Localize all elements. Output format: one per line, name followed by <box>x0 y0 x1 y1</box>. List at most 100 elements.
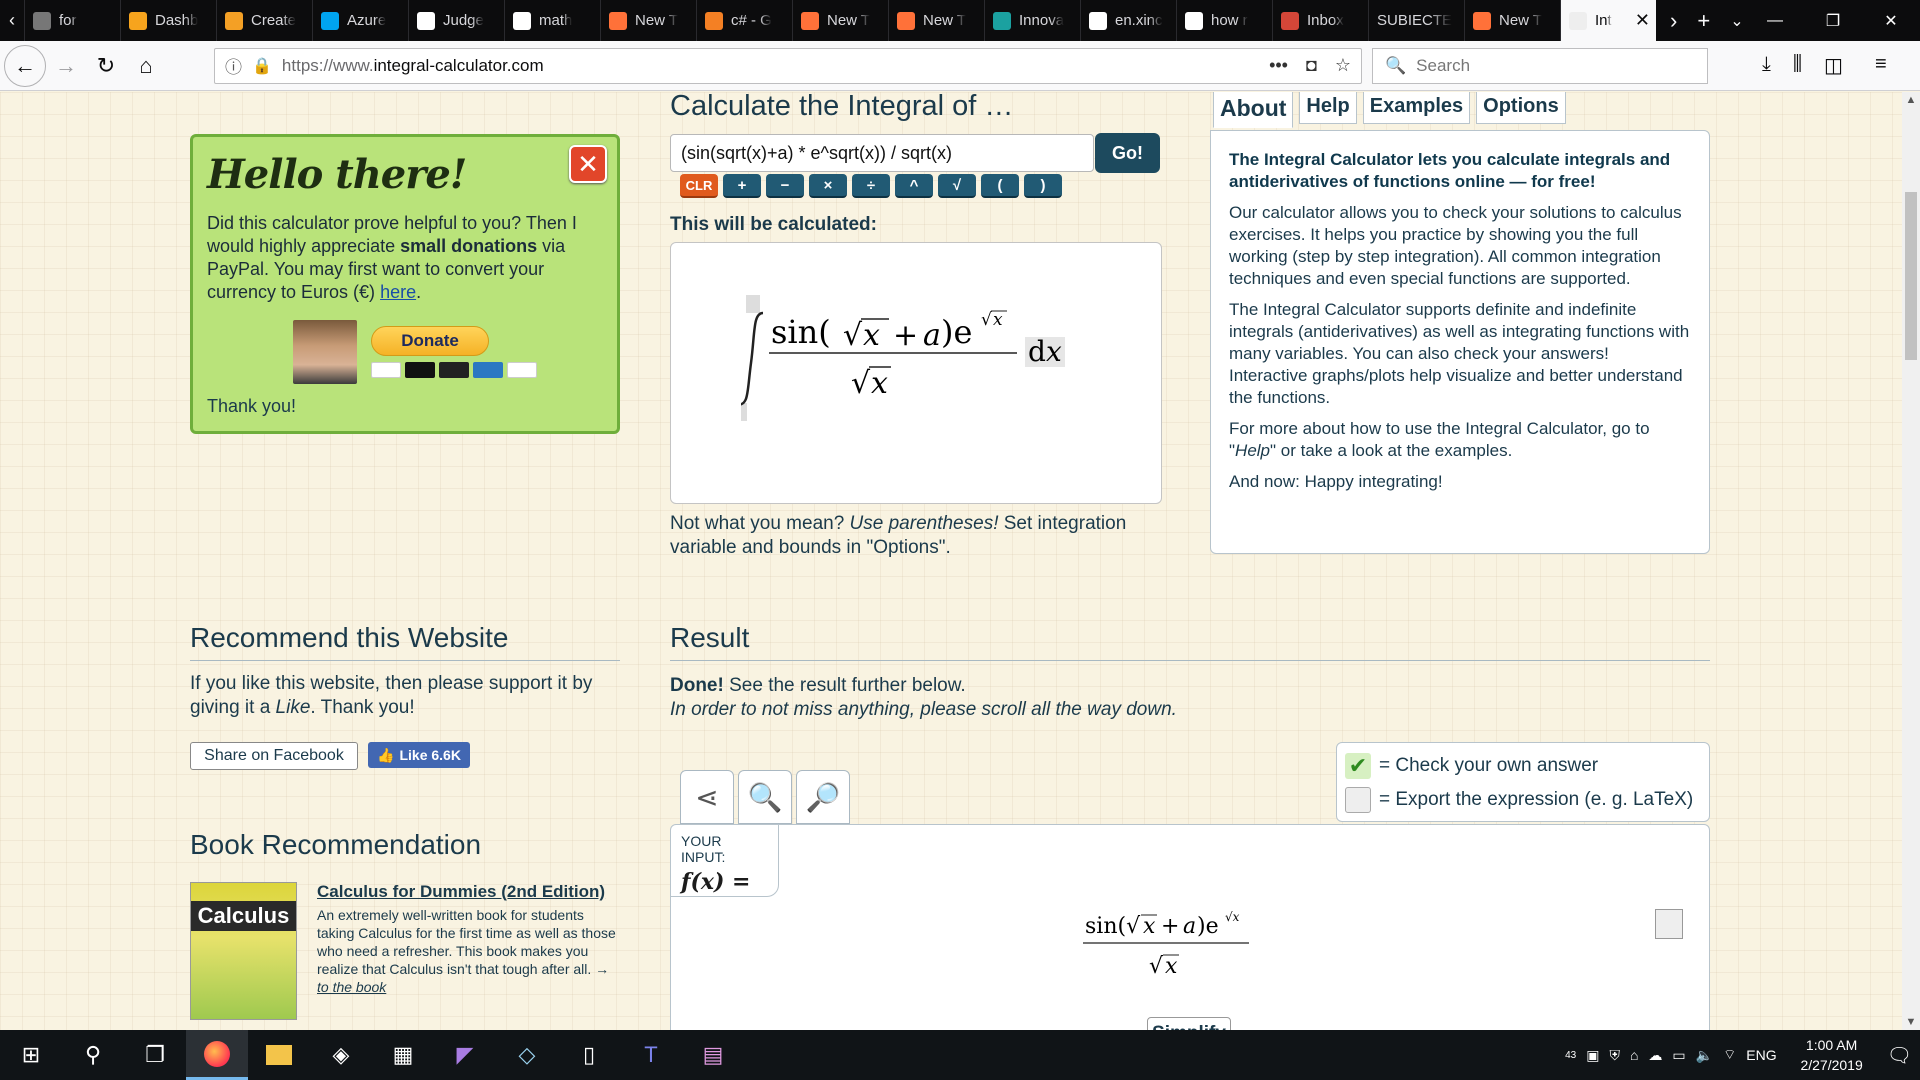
scroll-down-icon[interactable]: ▼ <box>1902 1016 1920 1028</box>
back-icon[interactable]: ← <box>4 44 46 87</box>
info-icon[interactable]: ⓘ <box>225 53 242 78</box>
forward-icon[interactable]: → <box>46 46 86 86</box>
restore-icon[interactable]: ❐ <box>1804 0 1862 41</box>
close-icon[interactable]: ✕ <box>569 145 607 183</box>
calculator-icon[interactable]: ▦ <box>372 1030 434 1080</box>
tab-scroll-left-icon[interactable]: ‹ <box>0 0 24 41</box>
keypad-key[interactable]: ^ <box>895 174 933 198</box>
task-view-icon[interactable]: ❐ <box>124 1030 186 1080</box>
book-link[interactable]: to the book <box>317 979 386 995</box>
scroll-thumb[interactable] <box>1905 192 1917 360</box>
currency-link[interactable]: here <box>380 282 416 302</box>
browser-tab[interactable]: New T <box>888 0 984 41</box>
share-icon[interactable]: ⋖ <box>680 770 734 824</box>
browser-tab[interactable]: New T <box>1464 0 1560 41</box>
keypad-key[interactable]: + <box>723 174 761 198</box>
browser-tab[interactable]: Create <box>216 0 312 41</box>
sidebar-icon[interactable]: ◫ <box>1824 53 1843 78</box>
windows-start-icon[interactable]: ⊞ <box>0 1030 62 1080</box>
browser-tab[interactable]: Judge <box>408 0 504 41</box>
search-input[interactable]: 🔍 Search <box>1372 47 1708 84</box>
keypad-key[interactable]: ÷ <box>852 174 890 198</box>
bookmark-star-icon[interactable]: ☆ <box>1335 55 1351 76</box>
firefox-icon <box>801 11 819 30</box>
browser-tab[interactable]: Dashb <box>120 0 216 41</box>
book-cover-image[interactable]: Calculus <box>190 882 297 1020</box>
photos-icon[interactable]: ▤ <box>682 1030 744 1080</box>
teams-icon[interactable]: T <box>620 1030 682 1080</box>
tab-about[interactable]: About <box>1213 92 1294 128</box>
notepad-icon[interactable]: ▯ <box>558 1030 620 1080</box>
browser-tab[interactable]: Innova <box>984 0 1080 41</box>
url-bar[interactable]: ⓘ 🔒 https://www.integral-calculator.com … <box>214 47 1362 84</box>
clock[interactable]: 1:00 AM 2/27/2019 <box>1787 1035 1877 1075</box>
remote-icon[interactable]: ◈ <box>310 1030 372 1080</box>
keypad-key[interactable]: − <box>766 174 804 198</box>
book-desc-text: An extremely well-written book for stude… <box>317 907 616 977</box>
close-tab-icon[interactable]: ✕ <box>1635 10 1650 31</box>
tab-scroll-right-icon[interactable]: › <box>1670 8 1677 34</box>
tab-examples[interactable]: Examples <box>1362 92 1471 124</box>
browser-tab[interactable]: SUBIECTE <box>1368 0 1464 41</box>
list-all-tabs-icon[interactable]: ⌄ <box>1730 11 1743 31</box>
browser-tab[interactable]: c# - G <box>696 0 792 41</box>
browser-tab[interactable]: New T <box>792 0 888 41</box>
network-tray-icon[interactable]: ⌂ <box>1630 1047 1638 1063</box>
about-help-link[interactable]: Help <box>1235 441 1270 460</box>
volume-icon[interactable]: 🔈 <box>1696 1047 1713 1064</box>
browser-tab[interactable]: en.xinc <box>1080 0 1176 41</box>
home-icon[interactable]: ⌂ <box>126 46 166 86</box>
menu-icon[interactable]: ≡ <box>1875 53 1887 78</box>
stackoverflow-icon <box>705 11 723 30</box>
cloud-tray-icon[interactable]: ☁ <box>1648 1047 1662 1064</box>
notifications-icon[interactable]: 🗨 <box>1887 1043 1912 1068</box>
firefox-taskbar-icon[interactable] <box>186 1030 248 1080</box>
tab-options[interactable]: Options <box>1476 92 1566 124</box>
scroll-up-icon[interactable]: ▲ <box>1902 94 1920 106</box>
keypad-key[interactable]: √ <box>938 174 976 198</box>
url-text[interactable]: https://www.integral-calculator.com <box>282 56 1259 76</box>
close-window-icon[interactable]: ✕ <box>1862 0 1920 41</box>
keypad-key[interactable]: ) <box>1024 174 1062 198</box>
go-button[interactable]: Go! <box>1095 133 1160 173</box>
minimize-icon[interactable]: — <box>1746 0 1804 41</box>
clear-key[interactable]: CLR <box>680 174 718 198</box>
search-taskbar-icon[interactable]: ⚲ <box>62 1030 124 1080</box>
zoom-in-icon[interactable]: 🔎 <box>796 770 850 824</box>
firefox-icon <box>1473 11 1491 30</box>
browser-tab[interactable]: Inbox <box>1272 0 1368 41</box>
keypad-key[interactable]: ( <box>981 174 1019 198</box>
done-text: See the result further below. <box>723 675 966 696</box>
browser-tab[interactable]: Int ✕ <box>1560 0 1656 41</box>
vertical-scrollbar[interactable]: ▲ ▼ <box>1902 92 1920 1030</box>
browser-tab[interactable]: how r <box>1176 0 1272 41</box>
language-indicator[interactable]: ENG <box>1746 1047 1776 1063</box>
visual-studio-icon[interactable]: ◤ <box>434 1030 496 1080</box>
teams-tray-icon[interactable]: ▣ <box>1586 1047 1599 1064</box>
reload-icon[interactable]: ↻ <box>86 46 126 86</box>
tab-help[interactable]: Help <box>1299 92 1357 124</box>
security-tray-icon[interactable]: ⛨ <box>1609 1047 1620 1064</box>
browser-tab[interactable]: Azure <box>312 0 408 41</box>
like-button[interactable]: 👍 Like 6.6K <box>368 742 470 768</box>
new-tab-icon[interactable]: + <box>1697 8 1710 34</box>
file-explorer-icon[interactable] <box>248 1030 310 1080</box>
book-title-link[interactable]: Calculus for Dummies (2nd Edition) <box>317 882 605 902</box>
downloads-icon[interactable]: ⤓ <box>1762 53 1771 78</box>
zoom-out-icon[interactable]: 🔍 <box>738 770 792 824</box>
browser-tab[interactable]: New T <box>600 0 696 41</box>
browser-tab[interactable]: for <box>24 0 120 41</box>
pocket-icon[interactable]: ◘ <box>1306 55 1317 76</box>
library-icon[interactable]: ⫼ <box>1793 53 1802 78</box>
donate-button[interactable]: Donate <box>371 326 489 356</box>
wifi-icon[interactable]: ⌔ <box>1723 1046 1736 1064</box>
expression-input[interactable] <box>670 134 1094 172</box>
share-facebook-button[interactable]: Share on Facebook <box>190 742 358 770</box>
keypad-key[interactable]: × <box>809 174 847 198</box>
export-expression-icon[interactable] <box>1655 909 1683 939</box>
simplify-button[interactable]: Simplify <box>1147 1017 1231 1030</box>
battery-icon[interactable]: ▭ <box>1672 1047 1685 1064</box>
browser-tab[interactable]: math <box>504 0 600 41</box>
page-actions-icon[interactable]: ••• <box>1269 55 1288 76</box>
app-icon[interactable]: ◇ <box>496 1030 558 1080</box>
